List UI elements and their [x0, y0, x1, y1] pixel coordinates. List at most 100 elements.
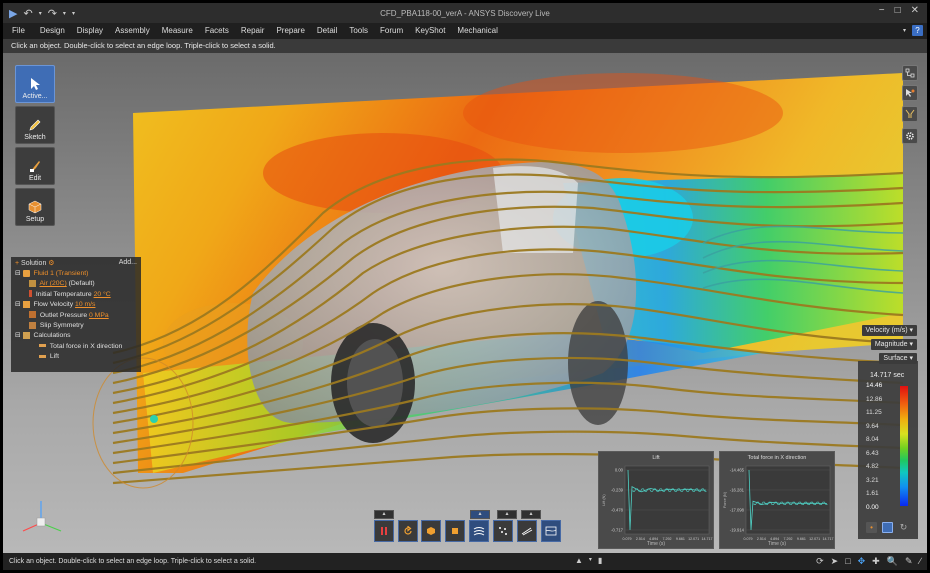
structure-view-button[interactable] [902, 65, 918, 81]
measure-icon[interactable]: ∕ [919, 556, 921, 567]
add-menu-button[interactable]: Add... [119, 259, 137, 267]
warning-icon[interactable]: ▲ [575, 556, 583, 565]
initial-temperature-node[interactable]: Initial Temperature 20 °C [11, 290, 141, 300]
close-button[interactable]: ✕ [911, 5, 919, 16]
help-button[interactable]: ? [912, 25, 923, 36]
pause-button[interactable] [374, 520, 394, 542]
initial-temperature-value[interactable]: 20 °C [94, 291, 111, 298]
lift-node[interactable]: Lift [11, 352, 141, 362]
plane-icon [545, 526, 557, 536]
air-material-link[interactable]: Air (20C) [40, 280, 67, 287]
folder-icon [22, 332, 30, 340]
total-force-node[interactable]: Total force in X direction [11, 342, 141, 352]
menu-detail[interactable]: Detail [311, 23, 343, 39]
toolbar-tab-up[interactable]: ▴ [470, 510, 490, 519]
solution-settings-icon[interactable]: ⚙ [48, 260, 54, 267]
legend-tick-label: 4.82 [866, 463, 879, 471]
component-dropdown[interactable]: Magnitude ▾ [870, 339, 917, 350]
menu-measure[interactable]: Measure [156, 23, 199, 39]
fluid-node[interactable]: ⊟ Fluid 1 (Transient) [11, 269, 141, 279]
pen-icon[interactable]: ✎ [905, 556, 913, 567]
sketch-tool-button[interactable]: Sketch [15, 106, 55, 144]
streamlines-icon [473, 527, 485, 536]
quantity-dropdown[interactable]: Velocity (m/s) ▾ [861, 325, 917, 336]
outlet-pressure-node[interactable]: Outlet Pressure 0 MPa [11, 311, 141, 321]
legend-toggle-button[interactable] [882, 522, 893, 533]
menu-mechanical[interactable]: Mechanical [451, 23, 503, 39]
add-solution-icon[interactable]: + [15, 260, 19, 267]
menu-assembly[interactable]: Assembly [109, 23, 156, 39]
chevron-down-icon[interactable]: ▾ [589, 556, 592, 565]
streamlines-button[interactable] [469, 520, 489, 542]
symmetry-icon [29, 321, 36, 329]
spin-icon[interactable]: ⟳ [816, 556, 824, 567]
reset-icon[interactable]: ↻ [898, 522, 909, 533]
setup-tool-button[interactable]: Setup [15, 188, 55, 226]
vectors-button[interactable] [517, 520, 537, 542]
minimize-button[interactable]: − [879, 5, 885, 16]
tree-structure-icon [905, 68, 915, 78]
maximize-button[interactable]: □ [895, 5, 901, 16]
toolbar-tab-up[interactable]: ▴ [497, 510, 517, 519]
solution-panel: + Solution ⚙ Add... ⊟ Fluid 1 (Transient… [11, 257, 141, 372]
undo-icon[interactable]: ↶ [23, 7, 32, 20]
toolbar-tab-up[interactable]: ▴ [521, 510, 541, 519]
menu-design[interactable]: Design [34, 23, 71, 39]
edit-tool-button[interactable]: Edit [15, 147, 55, 185]
surface-view-button[interactable] [421, 520, 441, 542]
ribbon-toggle-icon[interactable]: ▾ [903, 27, 906, 34]
menu-repair[interactable]: Repair [235, 23, 271, 39]
filter-icon [905, 109, 915, 118]
select-tool-button[interactable] [902, 85, 918, 101]
menu-tools[interactable]: Tools [343, 23, 374, 39]
3d-viewport[interactable]: Active... Sketch Edit Setup + Solution ⚙… [3, 53, 927, 553]
toolbar-tab-up[interactable]: ▴ [374, 510, 394, 519]
menu-file[interactable]: File [3, 23, 34, 39]
redo-icon[interactable]: ↷ [48, 7, 57, 20]
slip-symmetry-node[interactable]: Slip Symmetry [11, 321, 141, 331]
pan-icon[interactable]: ✚ [872, 556, 880, 567]
chevron-down-icon: ▾ [909, 341, 913, 348]
menu-display[interactable]: Display [71, 23, 109, 39]
plot-area [745, 465, 831, 535]
collapse-toggle-icon[interactable]: ⊟ [15, 270, 21, 277]
flow-velocity-node[interactable]: ⊟ Flow Velocity 10 m/s [11, 300, 141, 310]
box-select-icon[interactable]: □ [845, 556, 850, 567]
lift-chart-xlabel: Time (s) [646, 541, 666, 547]
flow-velocity-value[interactable]: 10 m/s [75, 301, 95, 308]
air-material-node[interactable]: Air (20C) (Default) [11, 279, 141, 289]
dropdown-arrow-icon[interactable]: ▾ [39, 10, 42, 17]
restart-button[interactable] [398, 520, 418, 542]
volume-view-button[interactable] [445, 520, 465, 542]
move-icon[interactable]: ✥ [858, 556, 866, 567]
filter-button[interactable] [902, 106, 918, 122]
customize-icon[interactable]: ▾ [72, 10, 75, 17]
plane-view-button[interactable] [541, 520, 561, 542]
collapse-toggle-icon[interactable]: ⊟ [15, 332, 21, 339]
menu-keyshot[interactable]: KeyShot [409, 23, 451, 39]
select-arrow-icon[interactable]: ➤ [831, 556, 839, 567]
particles-button[interactable] [493, 520, 513, 542]
plot-area [624, 465, 710, 535]
restart-icon [404, 526, 412, 535]
zoom-icon[interactable]: 🔍 [887, 556, 898, 567]
solution-title: Solution [21, 260, 47, 267]
lift-chart-panel[interactable]: Lift 0.00 -0.239 -0.478 -0.717 0.079 2.514 4.8… [598, 451, 714, 549]
y-tick-label: -0.239 [611, 488, 624, 493]
collapse-toggle-icon[interactable]: ⊟ [15, 301, 21, 308]
menu-facets[interactable]: Facets [199, 23, 235, 39]
legend-tick-label: 8.04 [866, 436, 879, 444]
point-probe-button[interactable]: • [866, 522, 877, 533]
menu-forum[interactable]: Forum [374, 23, 409, 39]
active-tool-button[interactable]: Active... [15, 65, 55, 103]
menu-prepare[interactable]: Prepare [270, 23, 310, 39]
outlet-pressure-value[interactable]: 0 MPa [89, 312, 109, 319]
settings-button[interactable] [902, 128, 918, 144]
pause-icon [381, 527, 387, 535]
calculations-node[interactable]: ⊟ Calculations [11, 331, 141, 341]
y-tick-label: -0.717 [611, 528, 624, 533]
dropdown-arrow-icon[interactable]: ▾ [63, 10, 66, 17]
panel-toggle-icon[interactable]: ▮ [598, 556, 602, 565]
volume-icon [452, 528, 458, 534]
force-chart-panel[interactable]: Total force in X direction -14.465 -16.28… [719, 451, 835, 549]
